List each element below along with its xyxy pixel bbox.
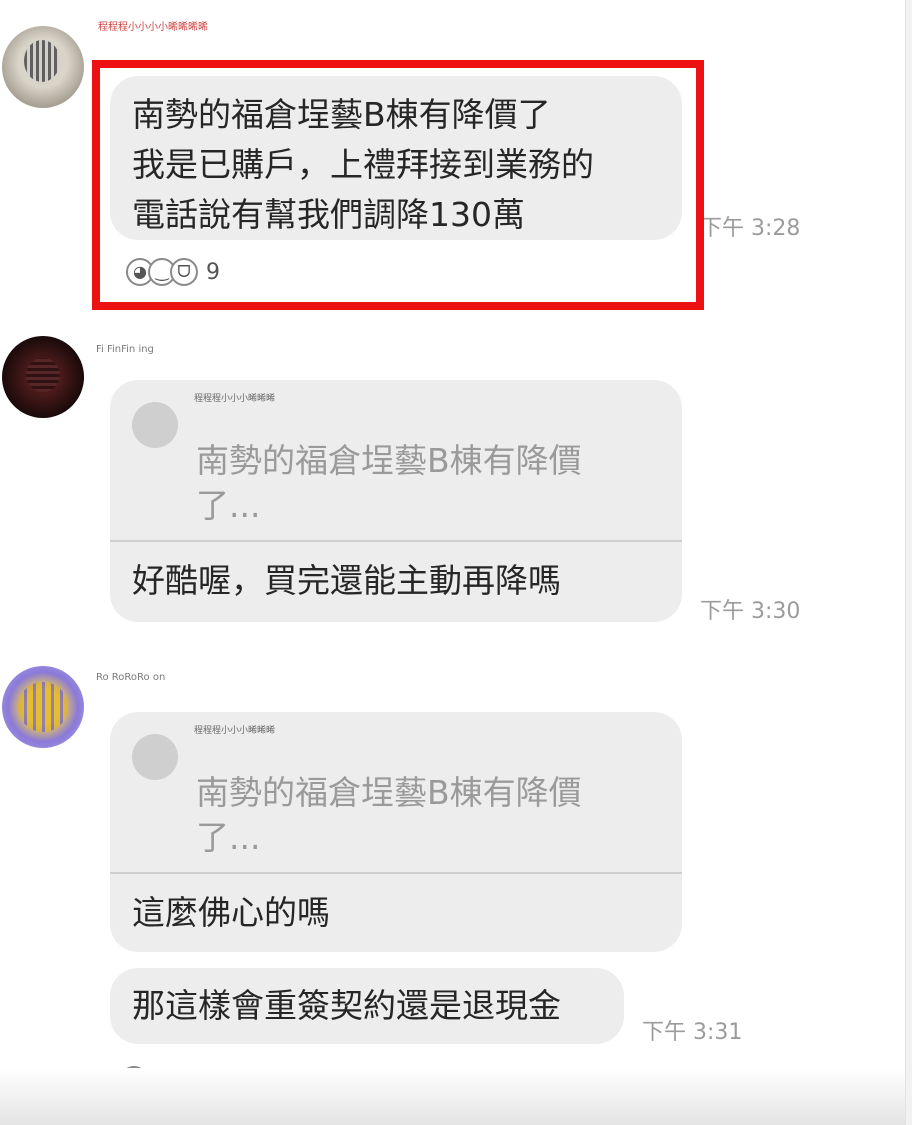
message-bubble[interactable]: 南勢的福倉埕藝B棟有降價了 我是已購戶，上禮拜接到業務的 電話說有幫我們調降13…	[110, 76, 682, 240]
message-time: 下午 3:28	[700, 216, 801, 241]
bottom-fade	[0, 1068, 912, 1125]
message-time: 下午 3:31	[642, 1020, 743, 1045]
message-bubble[interactable]: 程程程小小小晞晞晞 南勢的福倉埕藝B棟有降價了... 好酷喔，買完還能主動再降嗎	[110, 380, 682, 622]
message-text: 好酷喔，買完還能主動再降嗎	[132, 561, 561, 600]
chat-view: 程程程小小小小晞晞晞晞 南勢的福倉埕藝B棟有降價了 我是已購戶，上禮拜接到業務的…	[0, 0, 912, 1125]
sender-avatar[interactable]	[2, 336, 84, 418]
sender-avatar[interactable]	[2, 26, 84, 108]
quoted-sender-name: 程程程小小小晞晞晞	[194, 726, 276, 736]
message-bubble[interactable]: 程程程小小小晞晞晞 南勢的福倉埕藝B棟有降價了... 這麼佛心的嗎	[110, 712, 682, 952]
quoted-text: 南勢的福倉埕藝B棟有降價了...	[196, 441, 582, 525]
message-text: 南勢的福倉埕藝B棟有降價了 我是已購戶，上禮拜接到業務的 電話說有幫我們調降13…	[132, 95, 594, 234]
message-text: 這麼佛心的嗎	[132, 893, 330, 932]
message-time: 下午 3:30	[700, 599, 801, 624]
reaction-summary[interactable]: ◕ ‿ ᗜ 9	[126, 258, 220, 286]
sender-name: Ro RoRoRo on	[96, 672, 166, 683]
quoted-sender-name: 程程程小小小晞晞晞	[194, 394, 276, 404]
scrollbar[interactable]	[905, 0, 912, 1125]
sender-name: Fi FinFin ing	[96, 344, 154, 355]
sender-name: 程程程小小小小晞晞晞晞	[98, 22, 208, 33]
quoted-message[interactable]: 程程程小小小晞晞晞 南勢的福倉埕藝B棟有降價了...	[110, 712, 682, 874]
reaction-count: 9	[206, 259, 220, 285]
quoted-text: 南勢的福倉埕藝B棟有降價了...	[196, 773, 582, 857]
laughing-face-icon: ᗜ	[170, 258, 198, 286]
quoted-avatar	[132, 734, 178, 780]
message-bubble[interactable]: 那這樣會重簽契約還是退現金	[110, 968, 624, 1044]
quoted-avatar	[132, 402, 178, 448]
quoted-message[interactable]: 程程程小小小晞晞晞 南勢的福倉埕藝B棟有降價了...	[110, 380, 682, 542]
sender-avatar[interactable]	[2, 666, 84, 748]
message-text: 那這樣會重簽契約還是退現金	[132, 986, 561, 1025]
